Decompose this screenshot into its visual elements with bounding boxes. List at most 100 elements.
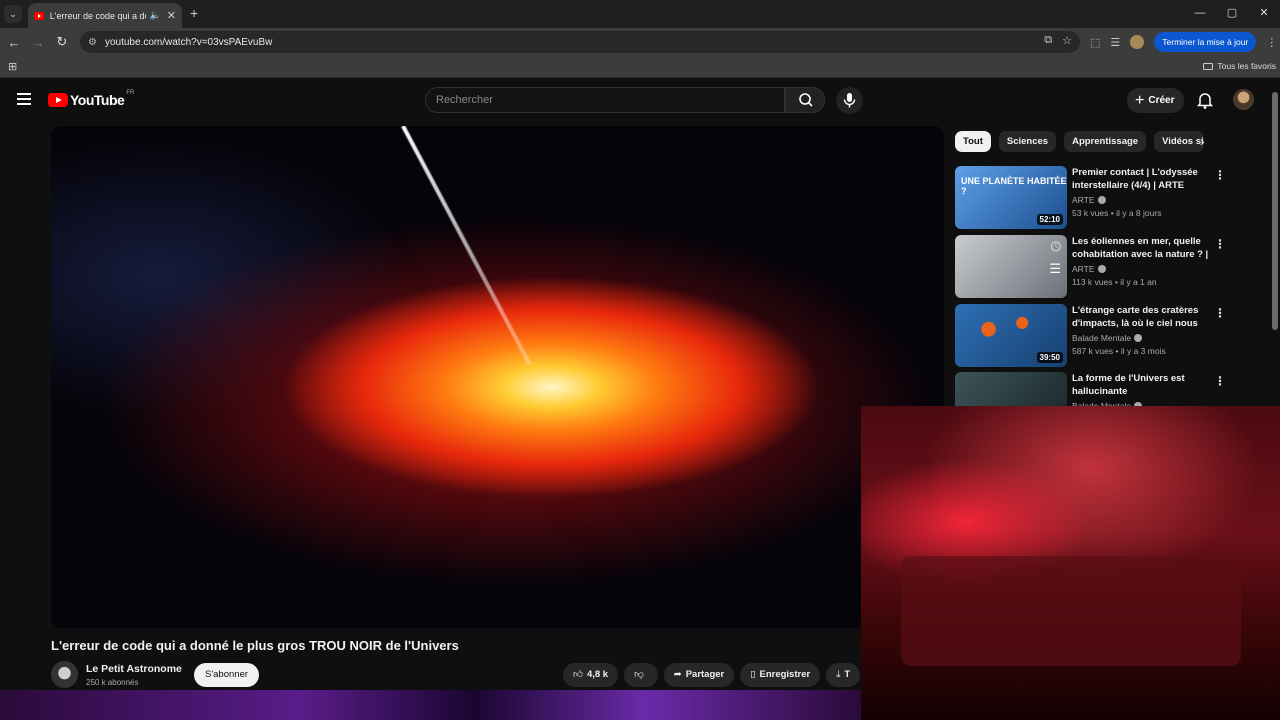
bookmark-star-icon[interactable]: ☆ bbox=[1062, 34, 1072, 47]
menu-icon[interactable] bbox=[17, 93, 31, 108]
download-label: T bbox=[844, 669, 851, 680]
queue-icon[interactable]: ☰ bbox=[1049, 261, 1061, 277]
browser-tab-active[interactable]: L'erreur de code qui a donné 🔈 ✕ bbox=[28, 3, 182, 28]
search-button[interactable] bbox=[785, 87, 825, 113]
channel-name: ARTE bbox=[1072, 195, 1095, 205]
clock-icon[interactable]: 🕓︎ bbox=[1051, 239, 1061, 255]
more-actions-icon[interactable]: ⋮ bbox=[1214, 237, 1226, 251]
recommendation-title[interactable]: La forme de l'Univers est hallucinante bbox=[1072, 372, 1210, 398]
video-actions: 👍︎ 4,8 k 👎︎ ➦ Partager ▯ Enregistrer ⤓ T bbox=[563, 663, 861, 687]
save-label: Enregistrer bbox=[759, 669, 811, 680]
youtube-wordmark: YouTube bbox=[70, 92, 125, 108]
recommendation-meta: 587 k vues • il y a 3 mois bbox=[1072, 346, 1166, 356]
share-icon: ➦ bbox=[673, 669, 682, 680]
webcam-overlay bbox=[861, 406, 1280, 720]
download-button[interactable]: ⤓ T bbox=[826, 663, 861, 687]
page-scrollbar[interactable] bbox=[1272, 92, 1278, 330]
back-button[interactable]: ← bbox=[2, 35, 26, 50]
reload-button[interactable]: ↻ bbox=[50, 34, 74, 50]
duration-badge: 39:50 bbox=[1036, 352, 1063, 363]
minimize-button[interactable]: — bbox=[1184, 0, 1216, 28]
voice-search-button[interactable] bbox=[836, 87, 863, 114]
recommendation-thumbnail[interactable]: 🕓︎ ☰ bbox=[955, 235, 1067, 298]
below-fold-content bbox=[0, 690, 861, 720]
chip-apprentissage[interactable]: Apprentissage bbox=[1064, 131, 1147, 152]
address-bar[interactable]: ⚙ youtube.com/watch?v=03vsPAEvuBw ⧉ ☆ bbox=[80, 31, 1080, 53]
recommendation-thumbnail[interactable]: UNE PLANÈTE HABITÉE ? 52:10 bbox=[955, 166, 1067, 229]
plus-icon: + bbox=[1135, 92, 1145, 109]
recommendation-item[interactable]: 39:50 L'étrange carte des cratères d'imp… bbox=[955, 304, 1265, 368]
folder-icon bbox=[1203, 63, 1214, 70]
webcam-scene bbox=[901, 556, 1241, 666]
recommendation-title[interactable]: Les éoliennes en mer, quelle cohabitatio… bbox=[1072, 235, 1210, 261]
like-count: 4,8 k bbox=[586, 669, 609, 680]
chip-similar[interactable]: Vidéos sim bbox=[1154, 131, 1205, 152]
extensions-icon[interactable]: ⬚ bbox=[1090, 36, 1100, 49]
tab-title: L'erreur de code qui a donné bbox=[49, 10, 146, 21]
channel-name: ARTE bbox=[1072, 264, 1095, 274]
thumbs-up-icon: 👍︎ bbox=[573, 669, 583, 680]
new-tab-button[interactable]: + bbox=[190, 5, 198, 21]
speaker-icon[interactable]: 🔈 bbox=[150, 10, 161, 21]
recommendation-thumbnail[interactable]: 39:50 bbox=[955, 304, 1067, 367]
chip-all[interactable]: Tout bbox=[955, 131, 991, 152]
chevron-right-icon[interactable]: › bbox=[1200, 133, 1205, 149]
video-player[interactable] bbox=[51, 126, 944, 628]
all-bookmarks-button[interactable]: Tous les favoris bbox=[1203, 61, 1276, 71]
recommendation-channel[interactable]: Balade Mentale bbox=[1072, 333, 1143, 343]
recommendation-item[interactable]: UNE PLANÈTE HABITÉE ? 52:10 Premier cont… bbox=[955, 166, 1265, 230]
upload-age: il y a 8 jours bbox=[1116, 208, 1162, 218]
duration-badge: 52:10 bbox=[1036, 214, 1063, 225]
search-input[interactable]: Rechercher bbox=[425, 87, 785, 113]
site-settings-icon[interactable]: ⚙ bbox=[88, 37, 97, 48]
more-menu-icon[interactable]: ⋮ bbox=[1266, 36, 1277, 49]
browser-nav-bar: ← → ↻ ⚙ youtube.com/watch?v=03vsPAEvuBw … bbox=[0, 28, 1280, 56]
maximize-button[interactable]: ▢ bbox=[1216, 0, 1248, 28]
more-actions-icon[interactable]: ⋮ bbox=[1214, 168, 1226, 182]
account-avatar[interactable] bbox=[1233, 89, 1254, 110]
video-title: L'erreur de code qui a donné le plus gro… bbox=[51, 638, 459, 653]
tab-search-button[interactable]: ⌄ bbox=[4, 5, 22, 23]
update-button[interactable]: Terminer la mise à jour bbox=[1154, 32, 1257, 52]
close-window-button[interactable]: ✕ bbox=[1248, 0, 1280, 28]
upload-age: il y a 3 mois bbox=[1120, 346, 1166, 356]
more-actions-icon[interactable]: ⋮ bbox=[1214, 374, 1226, 388]
youtube-logo[interactable]: YouTube FR bbox=[48, 90, 135, 108]
video-frame-jet bbox=[401, 126, 532, 366]
recommendation-channel[interactable]: ARTE bbox=[1072, 264, 1106, 274]
apps-grid-icon[interactable]: ⊞ bbox=[8, 60, 17, 73]
view-count: 587 k vues bbox=[1072, 346, 1114, 356]
more-actions-icon[interactable]: ⋮ bbox=[1214, 306, 1226, 320]
chip-sciences[interactable]: Sciences bbox=[998, 131, 1057, 152]
recommendation-channel[interactable]: ARTE bbox=[1072, 195, 1106, 205]
channel-name: Balade Mentale bbox=[1072, 333, 1132, 343]
browser-tab-bar: ⌄ L'erreur de code qui a donné 🔈 ✕ + — ▢… bbox=[0, 0, 1280, 28]
url-text[interactable]: youtube.com/watch?v=03vsPAEvuBw bbox=[105, 37, 272, 48]
dislike-button[interactable]: 👎︎ bbox=[624, 663, 658, 687]
youtube-play-icon bbox=[48, 93, 68, 107]
bookmarks-bar: ⊞ Tous les favoris bbox=[0, 56, 1280, 78]
microphone-icon bbox=[843, 93, 856, 108]
channel-name[interactable]: Le Petit Astronome bbox=[86, 663, 182, 675]
recommendation-meta: 113 k vues • il y a 1 an bbox=[1072, 277, 1157, 287]
notifications-bell-icon[interactable] bbox=[1196, 91, 1214, 114]
recommendation-title[interactable]: L'étrange carte des cratères d'impacts, … bbox=[1072, 304, 1210, 330]
view-count: 113 k vues bbox=[1072, 277, 1113, 287]
cast-icon[interactable]: ⧉ bbox=[1044, 34, 1052, 47]
like-button[interactable]: 👍︎ 4,8 k bbox=[563, 663, 619, 687]
region-code: FR bbox=[126, 90, 135, 96]
verified-icon bbox=[1134, 334, 1143, 342]
share-button[interactable]: ➦ Partager bbox=[663, 663, 735, 687]
subscribe-button[interactable]: S'abonner bbox=[194, 663, 260, 687]
recommendation-title[interactable]: Premier contact | L'odyssée interstellai… bbox=[1072, 166, 1210, 192]
forward-button[interactable]: → bbox=[26, 35, 50, 50]
close-tab-icon[interactable]: ✕ bbox=[167, 9, 176, 22]
create-button[interactable]: + Créer bbox=[1127, 88, 1185, 113]
share-label: Partager bbox=[685, 669, 725, 680]
recommendation-item[interactable]: 🕓︎ ☰ Les éoliennes en mer, quelle cohabi… bbox=[955, 235, 1265, 299]
create-label: Créer bbox=[1148, 95, 1175, 106]
save-button[interactable]: ▯ Enregistrer bbox=[740, 663, 821, 687]
reading-list-icon[interactable]: ☰ bbox=[1110, 36, 1120, 49]
profile-avatar[interactable] bbox=[1130, 35, 1145, 49]
channel-avatar[interactable] bbox=[51, 661, 78, 688]
